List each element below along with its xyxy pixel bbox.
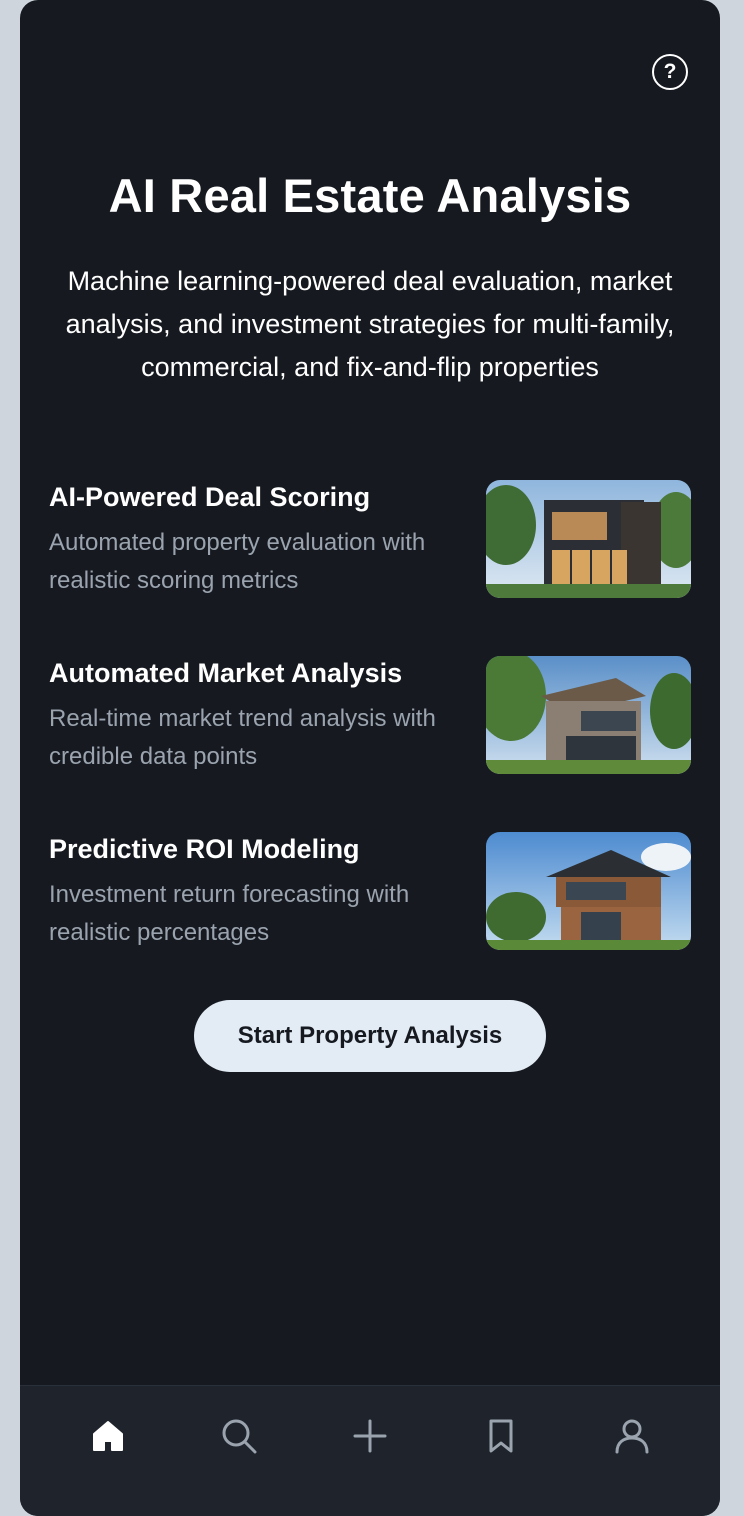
search-icon [222, 1419, 257, 1454]
user-icon [615, 1419, 649, 1454]
feature-image-modern-house [486, 480, 691, 598]
feature-image-stone-house [486, 656, 691, 774]
bottom-nav [20, 1385, 720, 1516]
plus-icon [353, 1419, 387, 1453]
feature-deal-scoring: AI-Powered Deal Scoring Automated proper… [49, 480, 691, 600]
bookmark-icon [489, 1419, 513, 1453]
nav-saved[interactable] [473, 1408, 529, 1464]
nav-search[interactable] [211, 1408, 267, 1464]
feature-roi-modeling: Predictive ROI Modeling Investment retur… [49, 832, 691, 952]
page-subtitle: Machine learning-powered deal evaluation… [65, 266, 675, 382]
feature-description: Investment return forecasting with reali… [49, 881, 410, 946]
feature-title: Predictive ROI Modeling [49, 834, 360, 864]
nav-home[interactable] [80, 1408, 136, 1464]
feature-description: Real-time market trend analysis with cre… [49, 705, 436, 770]
help-glyph: ? [663, 60, 677, 83]
feature-description: Automated property evaluation with reali… [49, 529, 426, 594]
feature-title: AI-Powered Deal Scoring [49, 482, 371, 512]
feature-image-wood-house [486, 832, 691, 950]
feature-market-analysis: Automated Market Analysis Real-time mark… [49, 656, 691, 776]
nav-add[interactable] [342, 1408, 398, 1464]
start-analysis-button[interactable]: Start Property Analysis [194, 1000, 546, 1072]
home-icon [93, 1421, 123, 1451]
feature-title: Automated Market Analysis [49, 658, 403, 688]
page-title: AI Real Estate Analysis [108, 169, 632, 222]
nav-profile[interactable] [604, 1408, 660, 1464]
app-screen: ? AI Real Estate Analysis Machine learni… [20, 0, 720, 1516]
help-icon[interactable]: ? [652, 54, 688, 90]
